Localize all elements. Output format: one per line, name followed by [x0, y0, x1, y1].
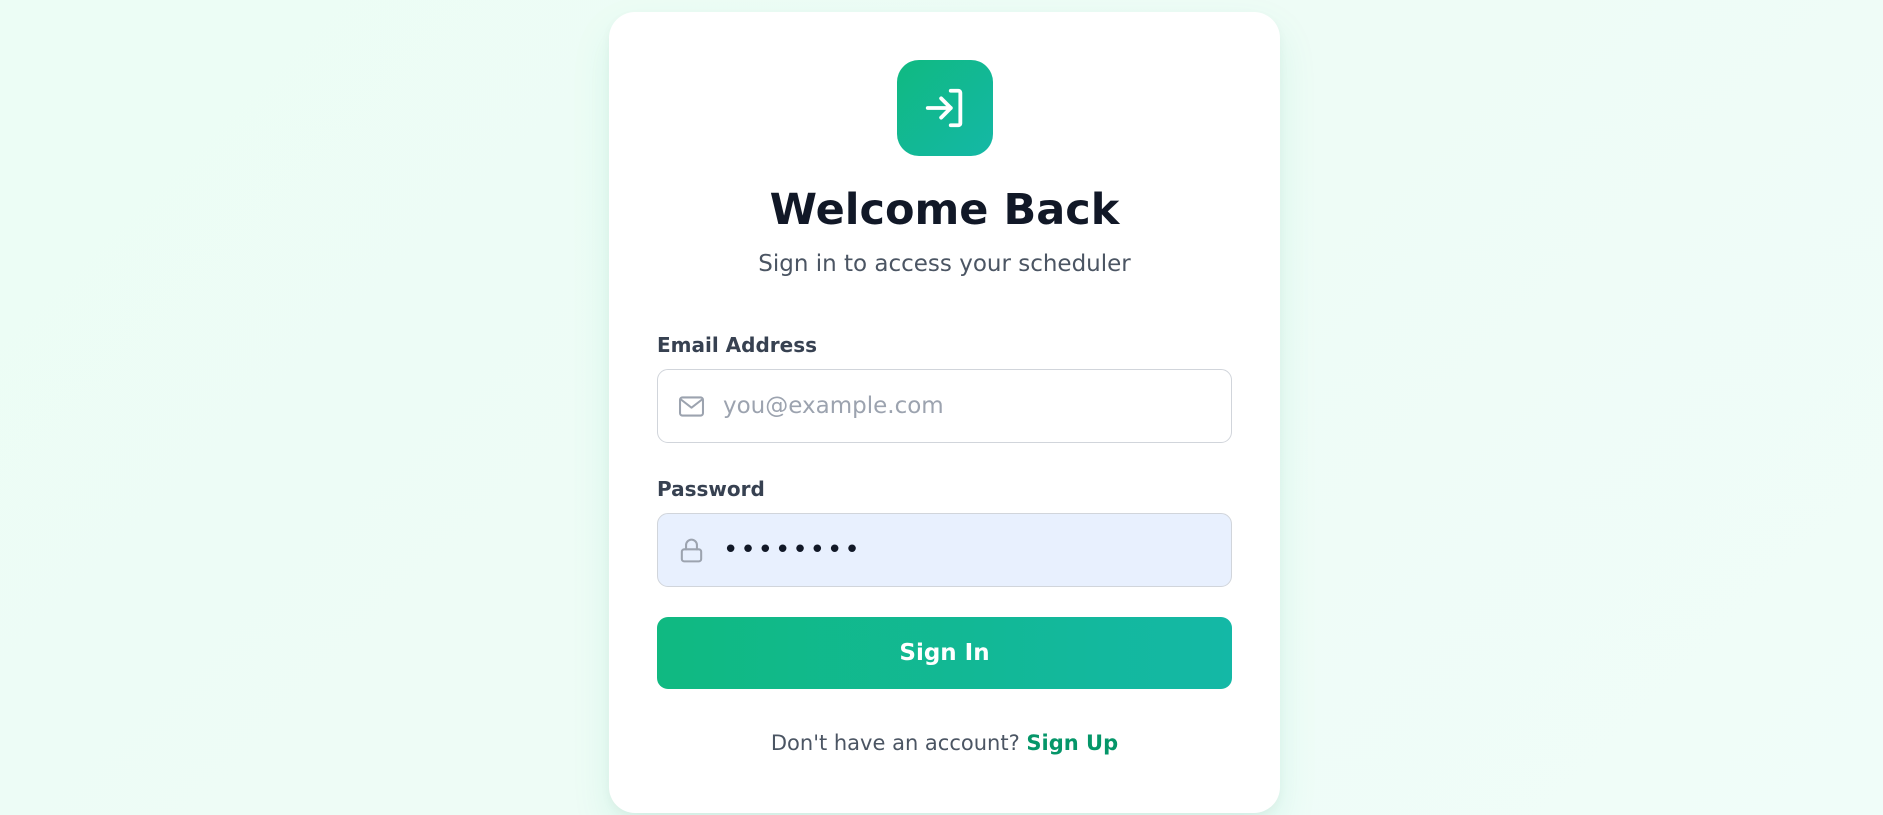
lock-icon: [676, 535, 706, 565]
login-form: Email Address Password Sign In: [657, 333, 1232, 690]
password-field-wrapper: [657, 513, 1232, 588]
page-title: Welcome Back: [769, 185, 1120, 235]
login-card: Welcome Back Sign in to access your sche…: [609, 12, 1280, 813]
email-label: Email Address: [657, 333, 818, 358]
password-label: Password: [657, 477, 765, 502]
signup-prompt-row: Don't have an account? Sign Up: [657, 731, 1232, 755]
password-field[interactable]: [658, 514, 1231, 587]
signup-prompt-text: Don't have an account?: [770, 731, 1020, 756]
sign-in-button[interactable]: Sign In: [657, 617, 1232, 690]
page-subtitle: Sign in to access your scheduler: [758, 251, 1131, 278]
email-field-wrapper: [657, 369, 1232, 444]
login-logo: [896, 60, 993, 156]
sign-up-link[interactable]: Sign Up: [1026, 731, 1118, 755]
mail-icon: [676, 391, 706, 421]
login-arrow-icon: [925, 88, 962, 128]
email-field[interactable]: [658, 370, 1231, 443]
